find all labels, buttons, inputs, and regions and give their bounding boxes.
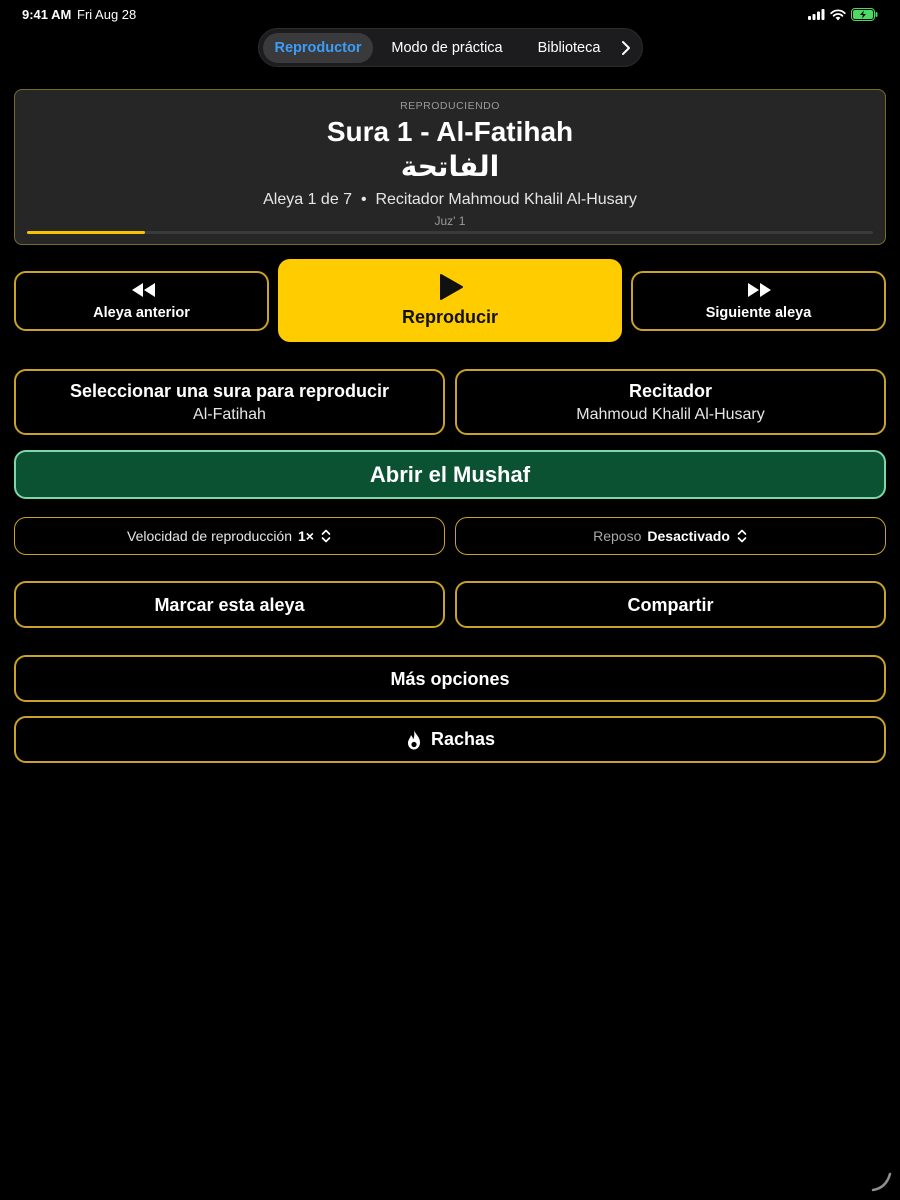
status-date: Fri Aug 28 bbox=[77, 7, 137, 22]
next-ayah-button[interactable]: Siguiente aleya bbox=[631, 271, 886, 331]
sleep-timer-picker[interactable]: Reposo Desactivado bbox=[455, 517, 886, 555]
playback-speed-picker[interactable]: Velocidad de reproducción 1× bbox=[14, 517, 445, 555]
play-icon bbox=[440, 274, 463, 300]
progress-bar[interactable] bbox=[27, 231, 873, 234]
speed-value: 1× bbox=[298, 527, 314, 544]
now-playing-eyebrow: REPRODUCIENDO bbox=[400, 100, 500, 112]
juz-label: Juz' 1 bbox=[434, 214, 466, 228]
reciter-title: Recitador bbox=[628, 381, 713, 401]
select-sura-value: Al-Fatihah bbox=[193, 406, 266, 423]
streaks-label: Rachas bbox=[430, 729, 496, 749]
fast-forward-icon bbox=[748, 283, 771, 297]
bookmark-ayah-button[interactable]: Marcar esta aleya bbox=[14, 581, 445, 628]
progress-fill bbox=[27, 231, 146, 234]
status-icons bbox=[808, 8, 878, 21]
play-button[interactable]: Reproducir bbox=[278, 259, 622, 342]
segmented-nav: Reproductor Modo de práctica Biblioteca bbox=[258, 28, 643, 67]
previous-ayah-button[interactable]: Aleya anterior bbox=[14, 271, 269, 331]
bookmark-label: Marcar esta aleya bbox=[154, 595, 305, 615]
flame-icon bbox=[407, 729, 420, 749]
cellular-signal-icon bbox=[808, 9, 825, 20]
select-sura-title: Seleccionar una sura para reproducir bbox=[69, 381, 390, 401]
now-playing-card: REPRODUCIENDO Sura 1 - Al-Fatihah الفاتح… bbox=[14, 89, 886, 245]
chevron-right-icon[interactable] bbox=[616, 36, 636, 60]
ayah-reciter-meta: Aleya 1 de 7 • Recitador Mahmoud Khalil … bbox=[263, 191, 637, 208]
tab-biblioteca[interactable]: Biblioteca bbox=[521, 33, 617, 63]
chevron-up-down-icon bbox=[737, 529, 747, 542]
next-ayah-label: Siguiente aleya bbox=[705, 305, 812, 321]
status-bar: 9:41 AM Fri Aug 28 bbox=[0, 0, 900, 28]
share-label: Compartir bbox=[627, 595, 714, 615]
tab-reproductor[interactable]: Reproductor bbox=[263, 33, 373, 63]
chevron-up-down-icon bbox=[321, 529, 331, 542]
share-button[interactable]: Compartir bbox=[455, 581, 886, 628]
status-time: 9:41 AM bbox=[22, 7, 72, 22]
wifi-icon bbox=[830, 8, 846, 20]
select-sura-button[interactable]: Seleccionar una sura para reproducir Al-… bbox=[14, 369, 445, 435]
resize-handle-icon bbox=[870, 1170, 894, 1194]
rewind-icon bbox=[132, 283, 155, 297]
more-options-button[interactable]: Más opciones bbox=[14, 655, 886, 702]
battery-charging-icon bbox=[851, 8, 878, 21]
reciter-value: Mahmoud Khalil Al-Husary bbox=[576, 406, 765, 423]
sleep-label: Reposo bbox=[593, 527, 642, 544]
select-reciter-button[interactable]: Recitador Mahmoud Khalil Al-Husary bbox=[455, 369, 886, 435]
play-label: Reproducir bbox=[401, 307, 498, 327]
previous-ayah-label: Aleya anterior bbox=[93, 305, 190, 321]
sleep-value: Desactivado bbox=[647, 527, 730, 544]
more-options-label: Más opciones bbox=[390, 669, 510, 689]
streaks-button[interactable]: Rachas bbox=[14, 716, 886, 763]
tab-modo-practica[interactable]: Modo de práctica bbox=[377, 33, 517, 63]
sura-title: Sura 1 - Al-Fatihah bbox=[326, 116, 574, 147]
open-mushaf-button[interactable]: Abrir el Mushaf bbox=[14, 450, 886, 499]
sura-arabic-name: الفاتحة bbox=[400, 150, 500, 183]
speed-label: Velocidad de reproducción bbox=[127, 527, 293, 544]
